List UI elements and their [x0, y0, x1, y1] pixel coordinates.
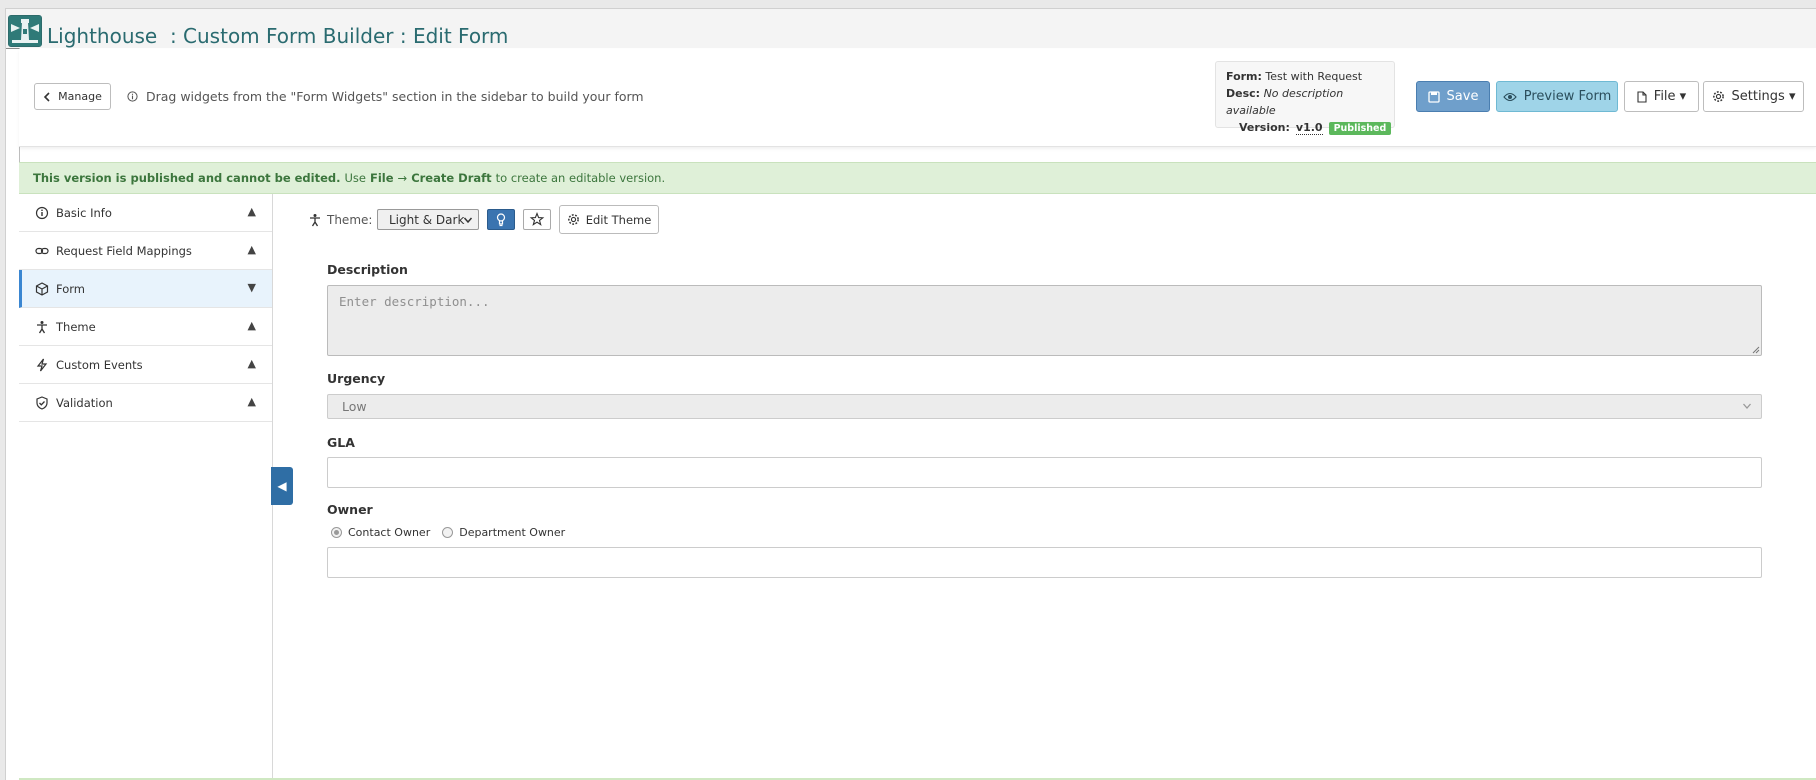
expand-arrow-icon: ▲: [247, 319, 256, 332]
sidebar-item-label: Form: [56, 282, 85, 296]
save-button-label: Save: [1446, 89, 1479, 104]
favorite-theme-button[interactable]: [523, 209, 551, 230]
window-top-edge: [0, 0, 1816, 9]
info-icon: [127, 91, 138, 102]
theme-select-value: Light & Dark: [389, 212, 465, 227]
manage-button-label: Manage: [58, 90, 102, 103]
edit-theme-button[interactable]: Edit Theme: [559, 205, 659, 234]
builder-hint-text: Drag widgets from the "Form Widgets" sec…: [146, 89, 644, 104]
contact-owner-label: Contact Owner: [348, 526, 431, 539]
edit-theme-label: Edit Theme: [585, 212, 652, 227]
form-key: Form:: [1226, 70, 1262, 83]
alert-bold-text: This version is published and cannot be …: [33, 171, 341, 185]
version-key: Version:: [1239, 121, 1290, 134]
accessibility-icon: [37, 321, 47, 334]
builder-hint: Drag widgets from the "Form Widgets" sec…: [127, 89, 644, 104]
form-toolbar: Manage Drag widgets from the "Form Widge…: [19, 49, 1816, 147]
accessibility-icon: [310, 214, 320, 227]
sidebar-item-basic-info[interactable]: Basic Info ▲: [19, 194, 272, 232]
chevron-down-icon: [1743, 403, 1751, 409]
settings-menu-label: Settings ▾: [1731, 89, 1796, 104]
settings-menu-button[interactable]: Settings ▾: [1703, 81, 1804, 112]
lightning-icon: [36, 358, 48, 372]
app-header: Lighthouse : Custom Form Builder : Edit …: [6, 9, 1816, 49]
resize-grip-icon[interactable]: [1752, 346, 1760, 354]
alert-pre: Use: [344, 171, 366, 185]
shield-check-icon: [36, 396, 48, 410]
info-icon: [35, 206, 49, 220]
alert-create-draft: Create Draft: [411, 171, 492, 185]
theme-toolbar: Theme:: [308, 206, 372, 234]
sidebar-item-label: Validation: [56, 396, 113, 410]
urgency-select[interactable]: Low: [327, 394, 1762, 419]
manage-button[interactable]: Manage: [34, 83, 111, 110]
description-textarea[interactable]: Enter description...: [327, 285, 1762, 356]
expand-arrow-icon: ▲: [247, 395, 256, 408]
sidebar: Basic Info ▲ Request Field Mappings ▲ Fo…: [19, 194, 273, 780]
form-name: Test with Request: [1265, 70, 1363, 83]
cube-icon: [35, 282, 49, 296]
preview-form-label: Preview Form: [1523, 89, 1612, 104]
app-title: Lighthouse : Custom Form Builder : Edit …: [47, 24, 509, 48]
status-badge: Published: [1328, 122, 1392, 135]
urgency-label: Urgency: [327, 371, 386, 386]
expand-arrow-icon: ▼: [247, 281, 256, 294]
alert-post: to create an editable version.: [495, 171, 666, 185]
description-placeholder: Enter description...: [339, 294, 490, 309]
sidebar-item-label: Theme: [56, 320, 96, 334]
sidebar-item-custom-events[interactable]: Custom Events ▲: [19, 346, 272, 384]
light-mode-button[interactable]: [487, 209, 515, 230]
chevron-down-icon: [463, 217, 473, 224]
sidebar-item-label: Custom Events: [56, 358, 143, 372]
alert-file: File: [370, 171, 394, 185]
theme-select[interactable]: Light & Dark: [377, 209, 479, 230]
sidebar-item-label: Request Field Mappings: [56, 244, 192, 258]
link-icon: [35, 247, 49, 255]
lighthouse-logo-icon: [8, 15, 42, 47]
department-owner-radio[interactable]: [442, 527, 454, 538]
sidebar-item-validation[interactable]: Validation ▲: [19, 384, 272, 422]
expand-arrow-icon: ▲: [247, 243, 256, 256]
published-alert: This version is published and cannot be …: [19, 162, 1816, 194]
theme-label: Theme:: [327, 213, 373, 227]
owner-input[interactable]: [327, 547, 1762, 578]
sidebar-item-theme[interactable]: Theme ▲: [19, 308, 272, 346]
gear-icon: [1712, 91, 1724, 102]
gla-input[interactable]: [327, 457, 1762, 488]
urgency-value: Low: [342, 399, 367, 414]
desc-key: Desc:: [1226, 87, 1261, 100]
department-owner-label: Department Owner: [459, 526, 566, 539]
alert-arrow: →: [397, 171, 408, 185]
sidebar-collapse-toggle[interactable]: ◀: [271, 467, 293, 505]
window-left-edge: [0, 8, 6, 780]
sidebar-item-form[interactable]: Form ▼: [19, 270, 272, 308]
sidebar-item-request-field-mappings[interactable]: Request Field Mappings ▲: [19, 232, 272, 270]
form-info-panel: Form: Test with Request Desc: No descrip…: [1215, 61, 1395, 135]
file-menu-label: File ▾: [1653, 89, 1687, 104]
expand-arrow-icon: ▲: [247, 205, 256, 218]
eye-icon: [1503, 92, 1517, 101]
chevron-left-icon: [44, 91, 50, 102]
save-button[interactable]: Save: [1416, 81, 1490, 112]
version-number[interactable]: v1.0: [1295, 121, 1323, 135]
lightbulb-icon: [496, 213, 506, 227]
gear-icon: [567, 214, 579, 225]
gla-label: GLA: [327, 435, 355, 450]
save-icon: [1427, 90, 1440, 103]
preview-form-button[interactable]: Preview Form: [1496, 81, 1618, 112]
star-icon: [529, 211, 545, 226]
contact-owner-radio[interactable]: [331, 527, 342, 538]
expand-arrow-icon: ▲: [247, 357, 256, 370]
file-menu-button[interactable]: File ▾: [1624, 81, 1699, 112]
owner-label: Owner: [327, 502, 373, 517]
file-icon: [1637, 90, 1647, 103]
sidebar-item-label: Basic Info: [56, 206, 112, 220]
owner-radio-group: Contact Owner Department Owner: [331, 526, 565, 539]
description-label: Description: [327, 262, 408, 277]
